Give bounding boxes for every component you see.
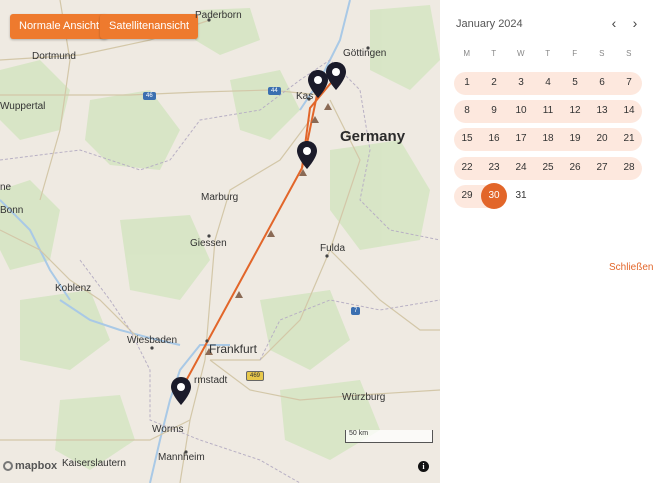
country-label-germany: Germany bbox=[340, 128, 406, 145]
calendar-day[interactable]: 12 bbox=[562, 98, 588, 124]
close-button[interactable]: Schließen bbox=[609, 262, 653, 273]
map-marker-pin-icon[interactable] bbox=[296, 140, 318, 170]
city-label-mannheim: Mannheim bbox=[158, 452, 205, 463]
calendar-day[interactable]: 7 bbox=[616, 70, 642, 96]
satellite-view-button[interactable]: Satellitenansicht bbox=[100, 14, 199, 39]
calendar-day[interactable]: 27 bbox=[589, 155, 615, 181]
calendar-day[interactable]: 19 bbox=[562, 126, 588, 152]
map-marker-pin-icon[interactable] bbox=[170, 376, 192, 406]
calendar-header: January 2024 ‹ › bbox=[452, 12, 648, 38]
city-label-bonn: Bonn bbox=[0, 205, 24, 216]
weekday-label: S bbox=[599, 49, 605, 58]
city-label-wuppertal: Wuppertal bbox=[0, 101, 46, 112]
chevron-right-icon[interactable]: › bbox=[628, 16, 642, 30]
calendar-day[interactable]: 3 bbox=[508, 70, 534, 96]
calendar-day[interactable]: 28 bbox=[616, 155, 642, 181]
city-label-edge: ne bbox=[0, 182, 12, 193]
calendar-day[interactable]: 13 bbox=[589, 98, 615, 124]
calendar-month-title: January 2024 bbox=[456, 18, 523, 30]
city-label-marburg: Marburg bbox=[201, 192, 239, 203]
info-icon[interactable]: i bbox=[418, 461, 429, 472]
calendar-day[interactable]: 15 bbox=[454, 126, 480, 152]
weekday-label: W bbox=[516, 49, 526, 58]
calendar-day[interactable]: 10 bbox=[508, 98, 534, 124]
weekday-label: T bbox=[491, 49, 497, 58]
calendar-day-selected[interactable]: 30 bbox=[481, 183, 507, 209]
city-label-koblenz: Koblenz bbox=[55, 283, 92, 294]
city-label-frankfurt: Frankfurt bbox=[209, 342, 258, 356]
city-label-paderborn: Paderborn bbox=[195, 10, 242, 21]
calendar-day[interactable]: 16 bbox=[481, 126, 507, 152]
calendar-day[interactable]: 1 bbox=[454, 70, 480, 96]
weekday-header: MTWTFSS bbox=[452, 49, 648, 61]
city-label-dortmund: Dortmund bbox=[32, 51, 76, 62]
map-view[interactable]: Normale Ansicht Satellitenansicht Paderb… bbox=[0, 0, 440, 483]
normal-view-button[interactable]: Normale Ansicht bbox=[10, 14, 109, 39]
road-shield-469: 469 bbox=[246, 371, 265, 381]
calendar-day[interactable]: 29 bbox=[454, 183, 480, 209]
date-picker: January 2024 ‹ › MTWTFSS 1 2 3 4 5 6 7 8 9 10 11 12… bbox=[452, 12, 648, 209]
calendar-day[interactable]: 9 bbox=[481, 98, 507, 124]
road-shield-a46: 46 bbox=[143, 92, 156, 100]
chevron-left-icon[interactable]: ‹ bbox=[607, 16, 621, 30]
calendar-day[interactable]: 5 bbox=[562, 70, 588, 96]
calendar-day[interactable]: 22 bbox=[454, 155, 480, 181]
weekday-label: M bbox=[463, 49, 471, 58]
calendar-day[interactable]: 24 bbox=[508, 155, 534, 181]
mapbox-logo-icon bbox=[3, 461, 13, 472]
calendar-day[interactable]: 26 bbox=[562, 155, 588, 181]
city-label-worms: Worms bbox=[152, 424, 184, 435]
weekday-label: T bbox=[545, 49, 551, 58]
city-label-wiesbaden: Wiesbaden bbox=[127, 335, 178, 346]
weekday-label: S bbox=[626, 49, 632, 58]
mapbox-logo-text: mapbox bbox=[15, 460, 58, 472]
calendar-day[interactable]: 11 bbox=[535, 98, 561, 124]
calendar-day[interactable]: 17 bbox=[508, 126, 534, 152]
calendar-day[interactable]: 20 bbox=[589, 126, 615, 152]
scale-bar-label: 50 km bbox=[349, 430, 369, 437]
calendar-day[interactable]: 14 bbox=[616, 98, 642, 124]
calendar-day[interactable]: 21 bbox=[616, 126, 642, 152]
city-label-goettingen: Göttingen bbox=[343, 48, 387, 59]
map-marker-pin-icon[interactable] bbox=[325, 61, 347, 91]
weekday-label: F bbox=[572, 49, 578, 58]
calendar-day[interactable]: 25 bbox=[535, 155, 561, 181]
calendar-day[interactable]: 23 bbox=[481, 155, 507, 181]
road-shield-a44: 44 bbox=[268, 87, 281, 95]
city-label-wuerzburg: Würzburg bbox=[342, 392, 386, 403]
calendar-day[interactable]: 18 bbox=[535, 126, 561, 152]
city-label-giessen: Giessen bbox=[190, 238, 227, 249]
mapbox-logo[interactable]: mapbox bbox=[3, 460, 57, 472]
calendar-day[interactable]: 6 bbox=[589, 70, 615, 96]
city-label-darmstadt: rmstadt bbox=[194, 375, 228, 386]
calendar-day[interactable]: 8 bbox=[454, 98, 480, 124]
calendar-day[interactable]: 2 bbox=[481, 70, 507, 96]
city-label-fulda: Fulda bbox=[320, 243, 346, 254]
calendar-day[interactable]: 31 bbox=[508, 183, 534, 209]
calendar-day[interactable]: 4 bbox=[535, 70, 561, 96]
city-label-kaiserslautern: Kaiserslautern bbox=[62, 458, 126, 469]
road-shield-a7: 7 bbox=[351, 307, 361, 315]
scale-bar: 50 km bbox=[345, 430, 433, 443]
